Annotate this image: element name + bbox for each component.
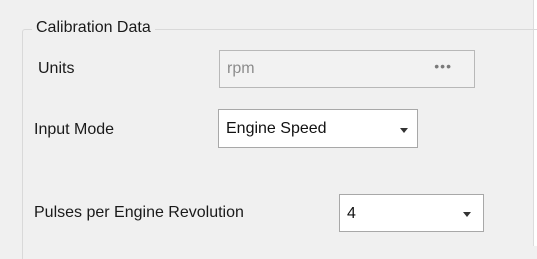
ellipsis-icon: ••• bbox=[434, 58, 452, 74]
units-field: rpm ••• bbox=[219, 50, 475, 88]
pulses-label: Pulses per Engine Revolution bbox=[34, 204, 244, 221]
units-label: Units bbox=[38, 60, 75, 77]
input-mode-label: Input Mode bbox=[34, 121, 115, 138]
chevron-down-icon[interactable] bbox=[400, 128, 408, 133]
input-mode-dropdown[interactable]: Engine Speed bbox=[218, 109, 418, 148]
pulses-dropdown[interactable]: 4 bbox=[339, 194, 484, 232]
groupbox-title: Calibration Data bbox=[32, 18, 155, 38]
pulses-value: 4 bbox=[347, 205, 356, 222]
input-mode-value: Engine Speed bbox=[226, 120, 327, 137]
units-value: rpm bbox=[227, 60, 255, 77]
chevron-down-icon[interactable] bbox=[463, 212, 471, 217]
